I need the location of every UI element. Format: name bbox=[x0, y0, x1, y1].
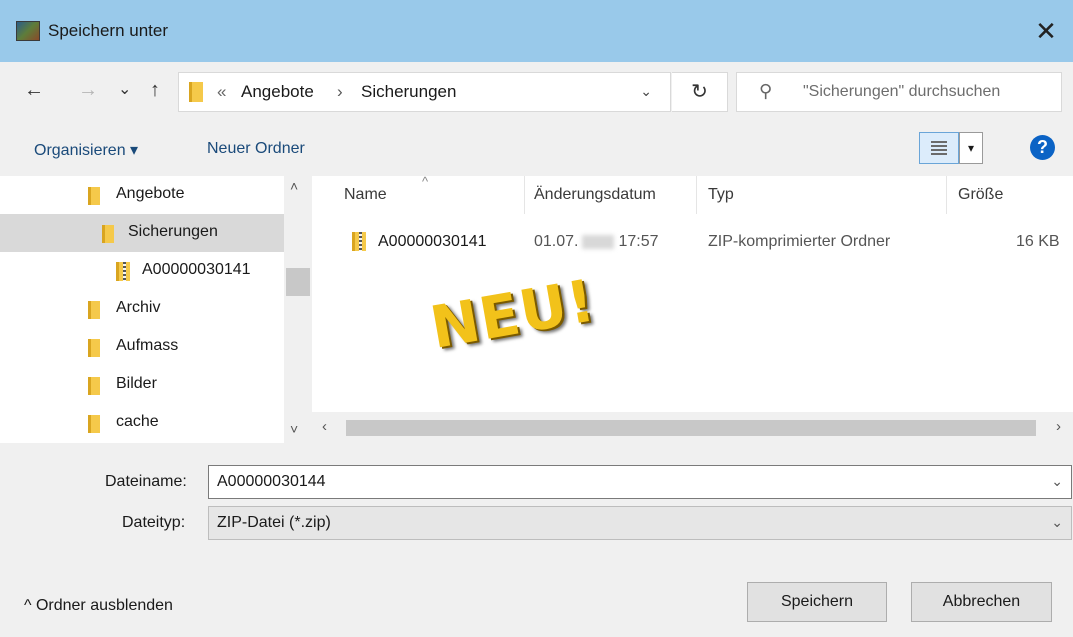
search-icon: ⚲ bbox=[759, 81, 773, 101]
breadcrumb-angebote[interactable]: Angebote bbox=[241, 82, 314, 102]
filetype-value: ZIP-Datei (*.zip) bbox=[217, 514, 331, 531]
filetype-select[interactable]: ZIP-Datei (*.zip) ⌄ bbox=[208, 506, 1072, 540]
file-date: 01.07. 17:57 bbox=[534, 233, 659, 250]
file-list-hscrollbar[interactable]: ‹ › bbox=[312, 412, 1073, 443]
help-icon[interactable]: ? bbox=[1030, 135, 1055, 160]
folder-icon bbox=[189, 82, 203, 102]
breadcrumb-sicherungen[interactable]: Sicherungen bbox=[361, 82, 456, 102]
forward-button[interactable]: → bbox=[78, 78, 98, 102]
navigation-bar: ← → ⌄ ↑ « Angebote › Sicherungen ⌄ ↻ ⚲ "… bbox=[0, 62, 1073, 120]
save-form: Dateiname: A00000030144 ⌄ Dateityp: ZIP-… bbox=[0, 443, 1073, 637]
new-overlay-label: NEU! bbox=[425, 266, 601, 362]
scroll-up-icon[interactable]: ˄ bbox=[290, 178, 298, 194]
filename-label: Dateiname: bbox=[105, 473, 187, 490]
scroll-down-icon[interactable]: ˅ bbox=[290, 421, 298, 437]
tree-item-aufmass[interactable]: Aufmass bbox=[0, 328, 284, 366]
column-header-date[interactable]: Änderungsdatum bbox=[534, 186, 656, 204]
folder-icon bbox=[88, 339, 100, 357]
folder-icon bbox=[88, 301, 100, 319]
close-button[interactable]: ✕ bbox=[1029, 14, 1063, 48]
tree-item-label: Aufmass bbox=[116, 337, 179, 354]
zip-folder-icon bbox=[352, 232, 366, 251]
tree-item-cache[interactable]: cache bbox=[0, 404, 284, 442]
view-details-icon[interactable] bbox=[919, 132, 959, 164]
filename-value: A00000030144 bbox=[217, 473, 326, 490]
search-placeholder: "Sicherungen" durchsuchen bbox=[803, 83, 1001, 100]
tree-item-label: Archiv bbox=[116, 299, 161, 316]
navigation-pane: Angebote Sicherungen A00000030141 Archiv… bbox=[0, 176, 312, 443]
new-folder-button[interactable]: Neuer Ordner bbox=[207, 140, 305, 158]
search-input[interactable]: ⚲ "Sicherungen" durchsuchen bbox=[736, 72, 1062, 112]
tree-item-label: Angebote bbox=[116, 185, 185, 202]
tree-item-label: Sicherungen bbox=[128, 223, 218, 240]
scroll-right-icon[interactable]: › bbox=[1056, 418, 1061, 435]
filename-dropdown-icon[interactable]: ⌄ bbox=[1051, 473, 1063, 490]
tree-item-label: cache bbox=[116, 413, 159, 430]
tree-item-angebote[interactable]: Angebote bbox=[0, 176, 284, 214]
title-bar: Speichern unter ✕ bbox=[0, 0, 1073, 62]
folder-icon bbox=[102, 225, 114, 243]
scroll-thumb[interactable] bbox=[346, 420, 1036, 436]
organize-button[interactable]: Organisieren ▾ bbox=[34, 140, 138, 160]
tree-item-label: A00000030141 bbox=[142, 261, 251, 278]
column-header-type[interactable]: Typ bbox=[708, 186, 734, 204]
column-divider[interactable] bbox=[524, 176, 525, 214]
column-header-name[interactable]: Name bbox=[344, 186, 387, 204]
redacted-year bbox=[582, 234, 615, 249]
zip-folder-icon bbox=[116, 262, 130, 281]
command-toolbar: Organisieren ▾ Neuer Ordner ▾ ? bbox=[0, 120, 1073, 176]
file-type: ZIP-komprimierter Ordner bbox=[708, 233, 891, 250]
cancel-button[interactable]: Abbrechen bbox=[911, 582, 1052, 622]
view-options-dropdown[interactable]: ▾ bbox=[959, 132, 983, 164]
scroll-thumb[interactable] bbox=[286, 268, 310, 296]
tree-scrollbar[interactable]: ˄ ˅ bbox=[284, 176, 312, 443]
tree-item-label: Bilder bbox=[116, 375, 157, 392]
tree-item-archiv[interactable]: Archiv bbox=[0, 290, 284, 328]
column-header-size[interactable]: Größe bbox=[958, 186, 1003, 204]
file-size: 16 KB bbox=[1016, 233, 1060, 250]
filetype-label: Dateityp: bbox=[122, 514, 186, 531]
tree-item-bilder[interactable]: Bilder bbox=[0, 366, 284, 404]
recent-locations-button[interactable]: ⌄ bbox=[118, 78, 131, 102]
tree-item-sicherungen[interactable]: Sicherungen bbox=[0, 214, 284, 252]
refresh-button[interactable]: ↻ bbox=[672, 72, 728, 112]
folder-icon bbox=[88, 187, 100, 205]
filetype-dropdown-icon[interactable]: ⌄ bbox=[1051, 514, 1063, 531]
tree-item-a00000030141[interactable]: A00000030141 bbox=[0, 252, 284, 290]
address-dropdown-icon[interactable]: ⌄ bbox=[640, 83, 652, 100]
column-divider[interactable] bbox=[696, 176, 697, 214]
folder-icon bbox=[88, 415, 100, 433]
save-button[interactable]: Speichern bbox=[747, 582, 887, 622]
filename-field[interactable]: A00000030144 ⌄ bbox=[208, 465, 1072, 499]
up-button[interactable]: ↑ bbox=[150, 78, 160, 102]
breadcrumb-overflow[interactable]: « bbox=[217, 82, 226, 102]
file-list: ^ Name Änderungsdatum Typ Größe A0000003… bbox=[312, 176, 1073, 443]
breadcrumb-separator[interactable]: › bbox=[337, 82, 343, 102]
app-icon bbox=[16, 21, 40, 41]
address-bar[interactable]: « Angebote › Sicherungen ⌄ bbox=[178, 72, 671, 112]
folder-icon bbox=[88, 377, 100, 395]
back-button[interactable]: ← bbox=[24, 78, 44, 102]
column-divider[interactable] bbox=[946, 176, 947, 214]
file-name: A00000030141 bbox=[378, 233, 487, 250]
file-row[interactable]: A00000030141 01.07. 17:57 ZIP-komprimiert… bbox=[312, 224, 1073, 262]
hide-folders-button[interactable]: ^ Ordner ausblenden bbox=[24, 597, 173, 615]
sort-indicator-icon: ^ bbox=[422, 176, 429, 189]
window-title: Speichern unter bbox=[48, 21, 169, 40]
scroll-left-icon[interactable]: ‹ bbox=[322, 418, 327, 435]
